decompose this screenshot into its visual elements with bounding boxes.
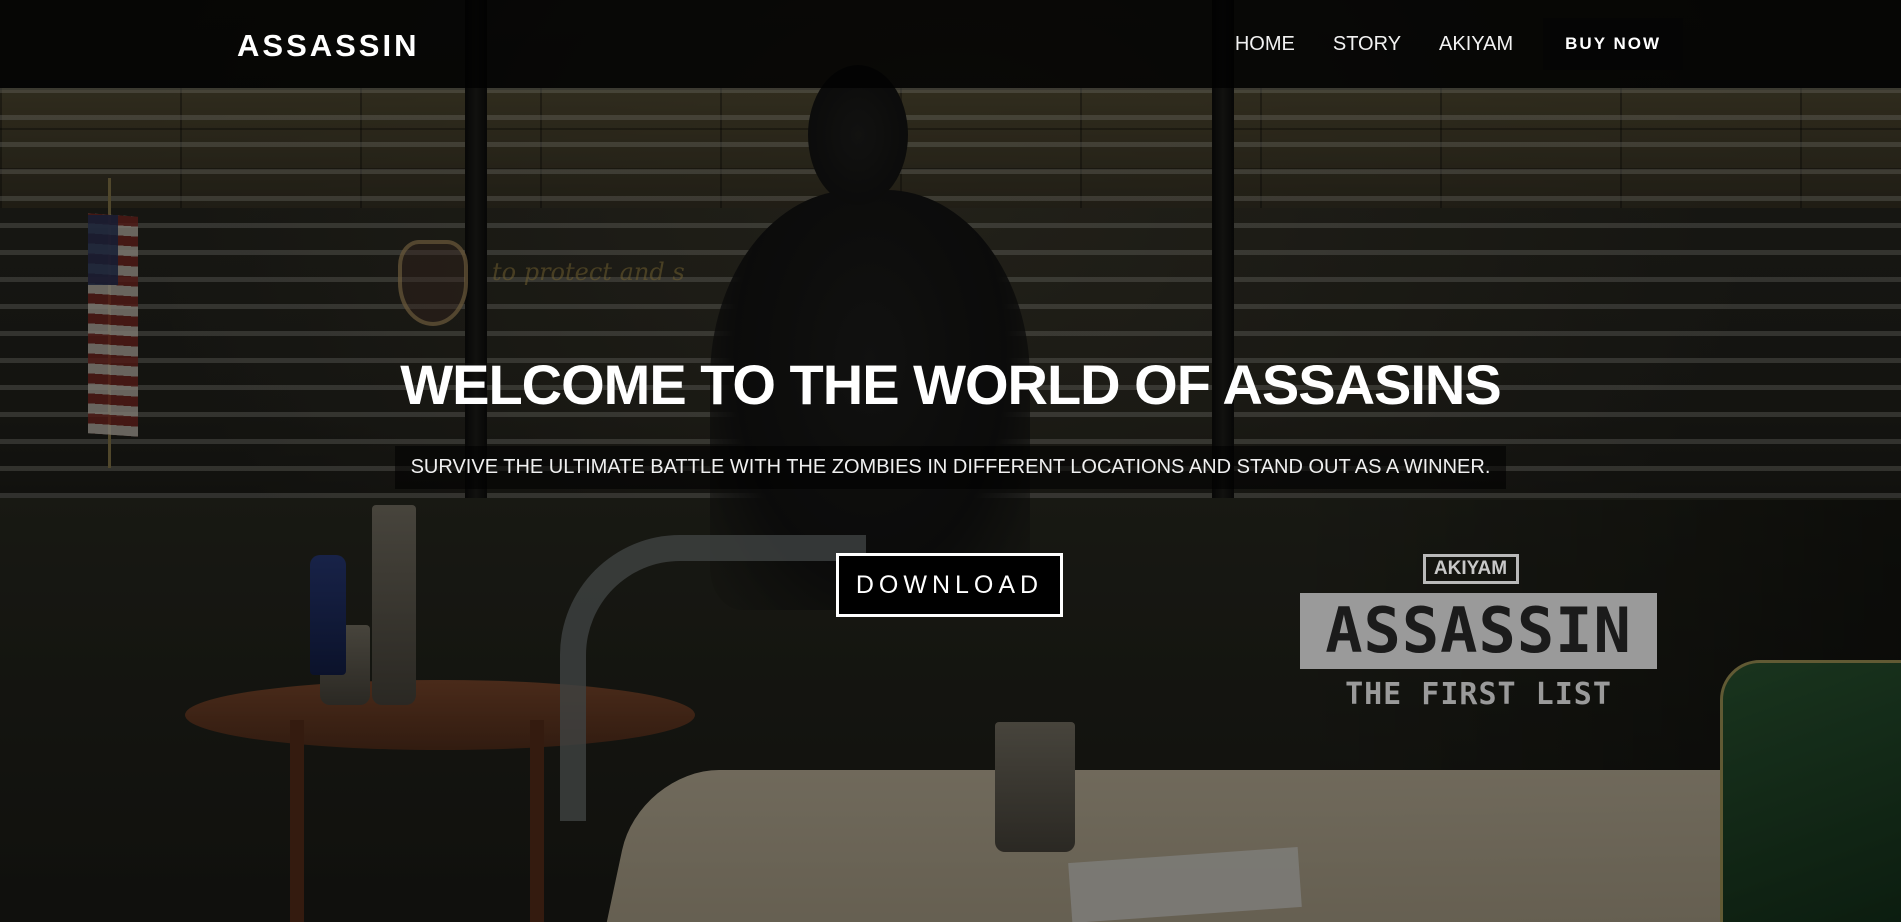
download-button[interactable]: DOWNLOAD <box>836 553 1063 617</box>
hero-subtitle-wrap: SURVIVE THE ULTIMATE BATTLE WITH THE ZOM… <box>0 446 1901 489</box>
hero-subtitle: SURVIVE THE ULTIMATE BATTLE WITH THE ZOM… <box>394 446 1507 489</box>
game-logo-studio: AKIYAM <box>1422 554 1519 584</box>
main-nav: HOME STORY AKIYAM BUY NOW <box>1197 18 1683 70</box>
brand-logo[interactable]: ASSASSIN <box>237 28 419 64</box>
page: to protect and s ASSASSIN HOME STORY AKI… <box>0 0 1901 922</box>
nav-link-akiyam[interactable]: AKIYAM <box>1439 33 1513 56</box>
hero-title: WELCOME TO THE WORLD OF ASSASINS <box>400 353 1501 416</box>
buy-now-button[interactable]: BUY NOW <box>1543 18 1683 70</box>
top-navbar: ASSASSIN HOME STORY AKIYAM BUY NOW <box>0 0 1901 88</box>
game-logo: AKIYAM ASSASSIN THE FIRST LIST <box>1300 554 1657 712</box>
nav-link-home[interactable]: HOME <box>1235 33 1295 56</box>
game-logo-title: ASSASSIN <box>1300 593 1657 669</box>
game-logo-subtitle: THE FIRST LIST <box>1345 677 1612 712</box>
nav-link-story[interactable]: STORY <box>1333 33 1401 56</box>
